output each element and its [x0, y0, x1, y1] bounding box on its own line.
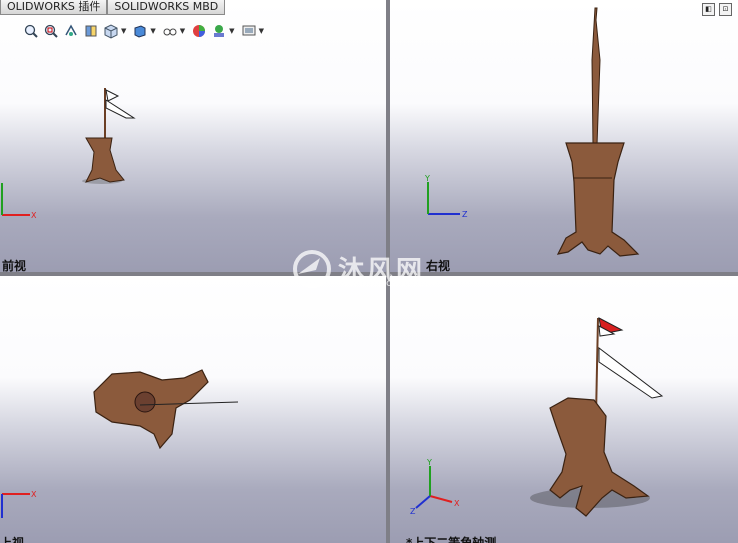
viewport-front[interactable]: OLIDWORKS 插件 SOLIDWORKS MBD ▼ ▼ ▼ ▼ ▼ X … [0, 0, 386, 272]
triad-axes-icon: X [1, 490, 37, 518]
svg-text:X: X [454, 499, 460, 508]
triad-axes-icon: X [1, 183, 37, 220]
svg-text:X: X [31, 211, 37, 220]
right-view-model [556, 7, 640, 257]
top-view-model [93, 369, 239, 450]
viewport-right[interactable]: ◧ ⊡ Z Y 右视 [390, 0, 738, 272]
viewport-trimetric[interactable]: X Y Z *上下二等角轴测 [390, 276, 738, 543]
viewport-label-trimetric: *上下二等角轴测 [406, 536, 497, 543]
svg-text:X: X [31, 490, 37, 499]
svg-text:Z: Z [462, 210, 468, 219]
viewport-top[interactable]: X 上视 [0, 276, 386, 543]
svg-text:Y: Y [426, 458, 432, 467]
svg-text:Y: Y [424, 174, 430, 183]
triad-axes-icon: Z Y [424, 174, 468, 219]
viewport-label-top: 上视 [0, 536, 25, 543]
front-view-model [82, 88, 136, 184]
svg-text:Z: Z [410, 507, 416, 516]
viewport-label-front: 前视 [2, 259, 27, 272]
viewport-label-right: 右视 [426, 259, 451, 272]
triad-axes-icon: X Y Z [410, 458, 460, 516]
